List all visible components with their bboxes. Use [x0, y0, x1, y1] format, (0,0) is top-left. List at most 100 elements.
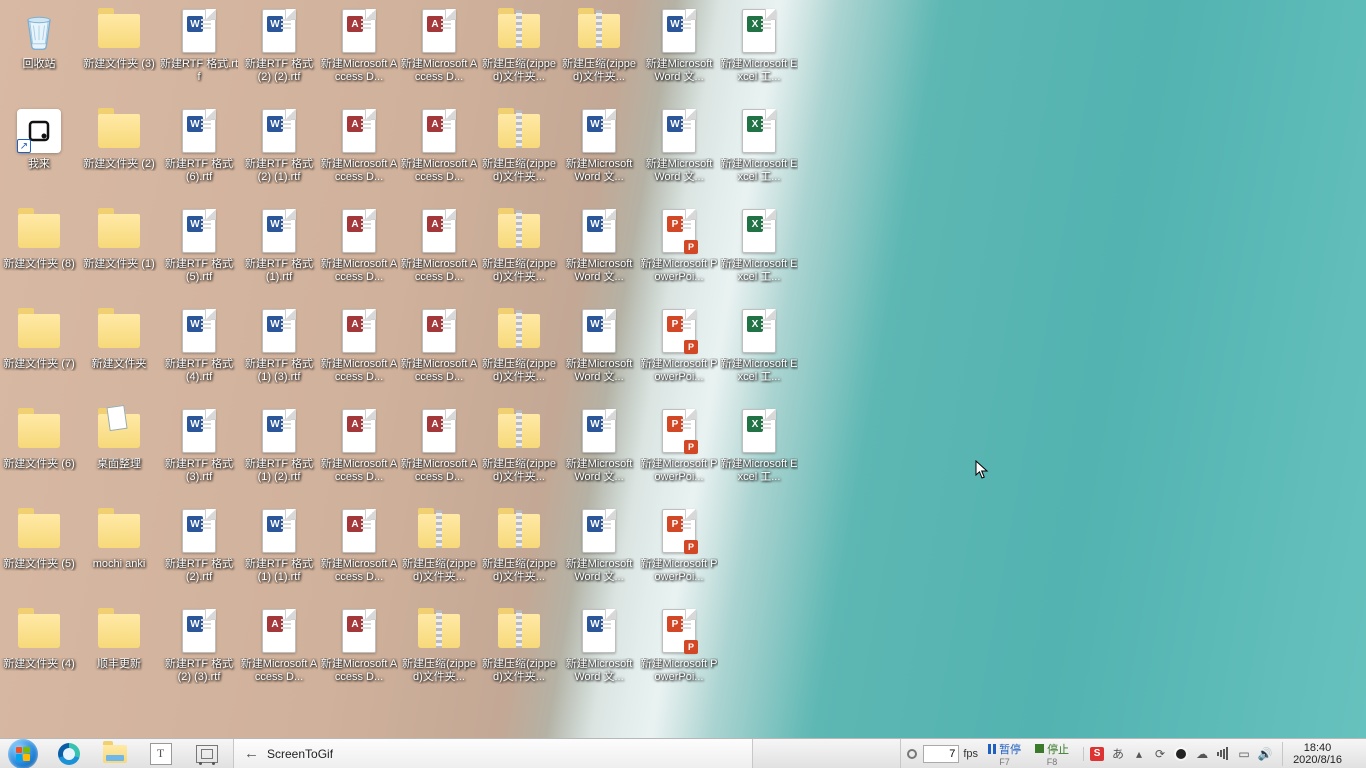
desktop-icon-app-launcher[interactable]: ↗我来: [0, 102, 78, 194]
desktop-icon-label: 新建Microsoft Word 文...: [560, 558, 638, 584]
desktop-icon-folder[interactable]: 新建文件夹 (8): [0, 202, 78, 294]
desktop-icon-word[interactable]: 新建RTF 格式 (2) (1).rtf: [240, 102, 318, 194]
desktop-icon-zip[interactable]: 新建压缩(zipped)文件夹...: [480, 602, 558, 694]
desktop-icon-folder[interactable]: 新建文件夹 (1): [80, 202, 158, 294]
desktop-icon-label: 新建文件夹 (5): [0, 558, 78, 571]
desktop-icon-folder[interactable]: 新建文件夹 (2): [80, 102, 158, 194]
desktop-icon-word[interactable]: 新建RTF 格式 (1) (2).rtf: [240, 402, 318, 494]
pause-label: 暂停: [999, 741, 1021, 757]
desktop-icon-ppt[interactable]: P新建Microsoft PowerPoi...: [640, 602, 718, 694]
desktop-icon-word[interactable]: 新建RTF 格式 (2) (3).rtf: [160, 602, 238, 694]
desktop-icon-grid[interactable]: 回收站 ↗我来新建文件夹 (8) 新建文件夹 (7) 新建文件夹 (6) 新建文件夹 (…: [0, 0, 1366, 738]
desktop-icon-zip[interactable]: 新建压缩(zipped)文件夹...: [480, 102, 558, 194]
desktop-icon-folder[interactable]: 新建文件夹 (3): [80, 2, 158, 94]
desktop-icon-word[interactable]: 新建RTF 格式 (4).rtf: [160, 302, 238, 394]
desktop-icon-folder[interactable]: 新建文件夹 (7): [0, 302, 78, 394]
desktop-icon-word[interactable]: 新建RTF 格式 (1).rtf: [240, 202, 318, 294]
desktop-icon-access[interactable]: 新建Microsoft Access D...: [320, 502, 398, 594]
volume-icon[interactable]: 🔊: [1258, 747, 1272, 761]
desktop-icon-access[interactable]: 新建Microsoft Access D...: [320, 102, 398, 194]
desktop-icon-access[interactable]: 新建Microsoft Access D...: [320, 302, 398, 394]
start-button[interactable]: [0, 739, 46, 768]
desktop-icon-access[interactable]: 新建Microsoft Access D...: [400, 202, 478, 294]
desktop-icon-zip[interactable]: 新建压缩(zipped)文件夹...: [480, 502, 558, 594]
desktop-icon-ppt[interactable]: P新建Microsoft PowerPoi...: [640, 402, 718, 494]
desktop-icon-access[interactable]: 新建Microsoft Access D...: [320, 2, 398, 94]
sogou-ime-icon[interactable]: S: [1090, 747, 1104, 761]
desktop-icon-word[interactable]: 新建RTF 格式 (1) (1).rtf: [240, 502, 318, 594]
desktop-icon-label: 新建Microsoft Access D...: [400, 258, 478, 284]
desktop-icon-folder[interactable]: 新建文件夹 (4): [0, 602, 78, 694]
stop-button[interactable]: 停止 F8: [1031, 741, 1073, 767]
word-icon: [256, 8, 302, 54]
desktop-icon-folder[interactable]: 新建文件夹 (5): [0, 502, 78, 594]
sync-icon[interactable]: ⟳: [1153, 747, 1167, 761]
desktop-icon-word[interactable]: 新建Microsoft Word 文...: [640, 2, 718, 94]
qq-icon[interactable]: [1174, 747, 1188, 761]
desktop-icon-label: 新建文件夹 (8): [0, 258, 78, 271]
desktop-icon-word[interactable]: 新建RTF 格式 (5).rtf: [160, 202, 238, 294]
desktop-icon-folder[interactable]: mochi anki: [80, 502, 158, 594]
desktop-icon-word[interactable]: 新建RTF 格式 (2).rtf: [160, 502, 238, 594]
desktop-icon-access[interactable]: 新建Microsoft Access D...: [320, 402, 398, 494]
desktop-icon-excel[interactable]: 新建Microsoft Excel 工...: [720, 402, 798, 494]
desktop-icon-folder[interactable]: 顺丰更新: [80, 602, 158, 694]
desktop-icon-access[interactable]: 新建Microsoft Access D...: [400, 402, 478, 494]
desktop-icon-access[interactable]: 新建Microsoft Access D...: [240, 602, 318, 694]
desktop-icon-word[interactable]: 新建Microsoft Word 文...: [640, 102, 718, 194]
desktop-icon-recycle[interactable]: 回收站: [0, 2, 78, 94]
desktop-icon-ppt[interactable]: P新建Microsoft PowerPoi...: [640, 502, 718, 594]
desktop-icon-zip[interactable]: 新建压缩(zipped)文件夹...: [480, 302, 558, 394]
desktop-icon-folder-doc[interactable]: 桌面整理: [80, 402, 158, 494]
desktop-icon-ppt[interactable]: P新建Microsoft PowerPoi...: [640, 202, 718, 294]
desktop-icon-word[interactable]: 新建Microsoft Word 文...: [560, 102, 638, 194]
desktop-icon-word[interactable]: 新建RTF 格式.rtf: [160, 2, 238, 94]
desktop-icon-access[interactable]: 新建Microsoft Access D...: [320, 602, 398, 694]
desktop-icon-ppt[interactable]: P新建Microsoft PowerPoi...: [640, 302, 718, 394]
desktop-icon-word[interactable]: 新建Microsoft Word 文...: [560, 202, 638, 294]
network-icon[interactable]: [1216, 747, 1230, 761]
desktop-icon-folder[interactable]: 新建文件夹: [80, 302, 158, 394]
desktop-icon-access[interactable]: 新建Microsoft Access D...: [320, 202, 398, 294]
desktop-icon-word[interactable]: 新建Microsoft Word 文...: [560, 502, 638, 594]
desktop-icon-excel[interactable]: 新建Microsoft Excel 工...: [720, 102, 798, 194]
desktop-icon-word[interactable]: 新建Microsoft Word 文...: [560, 402, 638, 494]
ime-mode-icon[interactable]: あ: [1111, 747, 1125, 761]
word-icon: [656, 8, 702, 54]
desktop-icon-word[interactable]: 新建RTF 格式 (2) (2).rtf: [240, 2, 318, 94]
desktop-icon-access[interactable]: 新建Microsoft Access D...: [400, 2, 478, 94]
taskbar-clock[interactable]: 18:40 2020/8/16: [1282, 742, 1352, 766]
fps-input[interactable]: [923, 745, 959, 763]
pause-button[interactable]: 暂停 F7: [984, 741, 1025, 767]
desktop-icon-label: 新建RTF 格式.rtf: [160, 58, 238, 84]
pinned-file-explorer[interactable]: [92, 739, 138, 768]
desktop-icon-word[interactable]: 新建RTF 格式 (6).rtf: [160, 102, 238, 194]
pinned-notes[interactable]: T: [138, 739, 184, 768]
desktop-icon-access[interactable]: 新建Microsoft Access D...: [400, 302, 478, 394]
desktop-icon-zip[interactable]: 新建压缩(zipped)文件夹...: [480, 402, 558, 494]
tray-overflow-chevron-icon[interactable]: ▴: [1132, 747, 1146, 761]
desktop-icon-zip[interactable]: 新建压缩(zipped)文件夹...: [480, 2, 558, 94]
desktop-icon-word[interactable]: 新建Microsoft Word 文...: [560, 302, 638, 394]
desktop-icon-zip[interactable]: 新建压缩(zipped)文件夹...: [400, 602, 478, 694]
cloud-icon[interactable]: ☁: [1195, 747, 1209, 761]
desktop-icon-word[interactable]: 新建RTF 格式 (1) (3).rtf: [240, 302, 318, 394]
desktop-icon-word[interactable]: 新建Microsoft Word 文...: [560, 602, 638, 694]
word-icon: [176, 208, 222, 254]
desktop-icon-access[interactable]: 新建Microsoft Access D...: [400, 102, 478, 194]
desktop-icon-zip[interactable]: 新建压缩(zipped)文件夹...: [480, 202, 558, 294]
access-icon: [416, 308, 462, 354]
word-icon: [576, 508, 622, 554]
desktop-icon-excel[interactable]: 新建Microsoft Excel 工...: [720, 302, 798, 394]
action-center-icon[interactable]: ▭: [1237, 747, 1251, 761]
taskbar-app-screentogif[interactable]: ← ScreenToGif: [233, 739, 753, 768]
desktop-icon-folder[interactable]: 新建文件夹 (6): [0, 402, 78, 494]
desktop-icon-excel[interactable]: 新建Microsoft Excel 工...: [720, 2, 798, 94]
desktop-icon-zip[interactable]: 新建压缩(zipped)文件夹...: [400, 502, 478, 594]
desktop-icon-word[interactable]: 新建RTF 格式 (3).rtf: [160, 402, 238, 494]
desktop-icon-zip[interactable]: 新建压缩(zipped)文件夹...: [560, 2, 638, 94]
desktop-icon-excel[interactable]: 新建Microsoft Excel 工...: [720, 202, 798, 294]
pinned-edge[interactable]: [46, 739, 92, 768]
word-icon: [256, 508, 302, 554]
task-view-button[interactable]: [184, 739, 230, 768]
